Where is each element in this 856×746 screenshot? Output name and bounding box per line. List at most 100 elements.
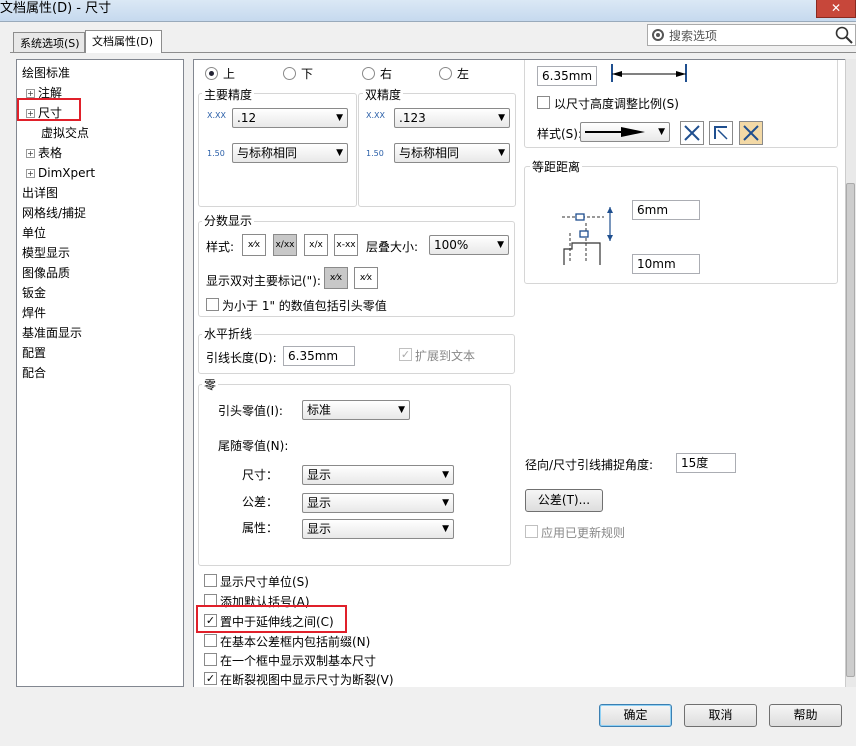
- stack-size-label: 层叠大小:: [366, 240, 419, 254]
- search-placeholder: 搜索选项: [669, 29, 718, 43]
- snap-angle-input[interactable]: 15度: [676, 453, 736, 473]
- leader-length-label: 引线长度(D):: [206, 351, 277, 365]
- fraction-style-stacked[interactable]: x/xx: [273, 234, 297, 256]
- scrollbar-thumb[interactable]: [846, 183, 855, 677]
- leading-zero-label: 为小于 1" 的数值包括引头零值: [222, 299, 387, 313]
- arrow-style-select[interactable]: [580, 122, 670, 142]
- tolerance-button[interactable]: 公差(T)...: [525, 489, 603, 512]
- tree-item[interactable]: 单位: [17, 223, 183, 243]
- ok-button[interactable]: 确定: [599, 704, 672, 727]
- radio-right[interactable]: [362, 67, 375, 80]
- cancel-button[interactable]: 取消: [684, 704, 757, 727]
- tab-system-options[interactable]: 系统选项(S): [13, 32, 85, 52]
- leading-zero-checkbox[interactable]: [206, 298, 219, 311]
- apply-updated-rules-label: 应用已更新规则: [541, 526, 626, 540]
- tree-item-label: 表格: [38, 146, 63, 160]
- tree-item[interactable]: 图像品质: [17, 263, 183, 283]
- help-button[interactable]: 帮助: [769, 704, 842, 727]
- offset-distance-1-input[interactable]: 6mm: [632, 200, 700, 220]
- option-label: 在一个框中显示双制基本尺寸: [220, 654, 377, 668]
- tree-item-label: 配置: [22, 346, 47, 360]
- tree-item-label: 配合: [22, 366, 47, 380]
- tree-item[interactable]: 模型显示: [17, 243, 183, 263]
- dual-tolerance-select[interactable]: 与标称相同: [394, 143, 510, 163]
- tree-item-label: 绘图标准: [22, 66, 71, 80]
- option-checkbox[interactable]: [204, 653, 217, 666]
- fraction-style-dash[interactable]: x-xx: [334, 234, 358, 256]
- zeros-tolerance-select[interactable]: 显示: [302, 493, 454, 513]
- radio-left[interactable]: [439, 67, 452, 80]
- arrows-outside-icon[interactable]: [709, 121, 733, 145]
- tree-item[interactable]: 配置: [17, 343, 183, 363]
- fraction-style-slash[interactable]: x/x: [304, 234, 328, 256]
- dual-mark-on-button[interactable]: x⁄x: [324, 267, 348, 289]
- radio-top-label: 上: [223, 67, 236, 81]
- radio-left-label: 左: [457, 67, 470, 81]
- fraction-display-title: 分数显示: [202, 212, 255, 229]
- primary-tolerance-select[interactable]: 与标称相同: [232, 143, 348, 163]
- zeros-property-select[interactable]: 显示: [302, 519, 454, 539]
- tree-item-label: 网格线/捕捉: [22, 206, 87, 220]
- extend-to-text-checkbox[interactable]: ✓: [399, 348, 412, 361]
- tree-item[interactable]: 虚拟交点: [17, 123, 183, 143]
- tree-item-label: 模型显示: [22, 246, 71, 260]
- option-label: 显示尺寸单位(S): [220, 575, 309, 589]
- tree-item[interactable]: + 表格: [17, 143, 183, 163]
- dual-tolerance-precision-icon: 1.50: [366, 149, 384, 158]
- zeros-property-label: 属性：: [242, 521, 279, 535]
- tree-item-label: 基准面显示: [22, 326, 83, 340]
- zeros-dimension-select[interactable]: 显示: [302, 465, 454, 485]
- option-checkbox[interactable]: [204, 574, 217, 587]
- dual-precision-select[interactable]: .123: [394, 108, 510, 128]
- apply-updated-rules-checkbox[interactable]: [525, 525, 538, 538]
- leader-length-input[interactable]: 6.35mm: [283, 346, 355, 366]
- tree-item[interactable]: 出详图: [17, 183, 183, 203]
- dual-precision-title: 双精度: [363, 86, 404, 103]
- radio-bottom-label: 下: [301, 67, 314, 81]
- tree-item[interactable]: 焊件: [17, 303, 183, 323]
- scale-with-height-label: 以尺寸高度调整比例(S): [554, 97, 679, 111]
- arrow-size-input[interactable]: 6.35mm: [537, 66, 597, 86]
- primary-precision-title: 主要精度: [202, 86, 255, 103]
- tree-expand-icon[interactable]: +: [26, 169, 35, 178]
- option-label: 在基本公差框内包括前缀(N): [220, 635, 371, 649]
- dual-precision-value-icon: X.XX: [366, 111, 385, 120]
- tree-item[interactable]: 网格线/捕捉: [17, 203, 183, 223]
- tree-item[interactable]: 钣金: [17, 283, 183, 303]
- search-input[interactable]: 搜索选项: [647, 24, 856, 46]
- leading-zeros-select[interactable]: 标准: [302, 400, 410, 420]
- tree-item[interactable]: 绘图标准: [17, 63, 183, 83]
- tree-expand-icon[interactable]: +: [26, 89, 35, 98]
- offset-distance-diagram: [562, 207, 613, 265]
- tree-item-label: 钣金: [22, 286, 47, 300]
- settings-panel: 上 下 右 左 主要精度 X.XX .12 1.50 与标称相同 双精度 X.X…: [193, 59, 856, 687]
- radio-top[interactable]: [205, 67, 218, 80]
- tree-item[interactable]: 配合: [17, 363, 183, 383]
- tree-item-label: 单位: [22, 226, 47, 240]
- fraction-style-diagonal[interactable]: x⁄x: [242, 234, 266, 256]
- tree-expand-icon[interactable]: +: [26, 149, 35, 158]
- stack-size-select[interactable]: 100%: [429, 235, 509, 255]
- dual-mark-off-button[interactable]: x⁄x: [354, 267, 378, 289]
- offset-distances-title: 等距距离: [530, 158, 583, 175]
- search-icon[interactable]: [835, 26, 853, 44]
- tree-item[interactable]: + DimXpert: [17, 163, 183, 183]
- tab-document-properties[interactable]: 文档属性(D): [85, 30, 162, 53]
- dual-mark-label: 显示双对主要标记("):: [206, 274, 321, 288]
- trailing-zeros-label: 尾随零值(N):: [218, 439, 289, 453]
- option-checkbox[interactable]: ✓: [204, 672, 217, 685]
- window-title: 文档属性(D) - 尺寸: [0, 1, 112, 16]
- option-checkbox[interactable]: [204, 634, 217, 647]
- radio-bottom[interactable]: [283, 67, 296, 80]
- arrows-inside-icon[interactable]: [680, 121, 704, 145]
- arrow-style-preview: [585, 127, 645, 137]
- property-tree[interactable]: 绘图标准 + 注解 + 尺寸 虚拟交点 + 表格 + DimXpert 出详图 网格线/捕捉 单位 模型显…: [16, 59, 184, 687]
- primary-precision-select[interactable]: .12: [232, 108, 348, 128]
- leading-zeros-label: 引头零值(I):: [218, 404, 283, 418]
- tree-item[interactable]: 基准面显示: [17, 323, 183, 343]
- offset-distance-2-input[interactable]: 10mm: [632, 254, 700, 274]
- arrows-smart-icon[interactable]: [739, 121, 763, 145]
- close-button[interactable]: ✕: [816, 0, 856, 18]
- scale-with-height-checkbox[interactable]: [537, 96, 550, 109]
- tree-item-label: 焊件: [22, 306, 47, 320]
